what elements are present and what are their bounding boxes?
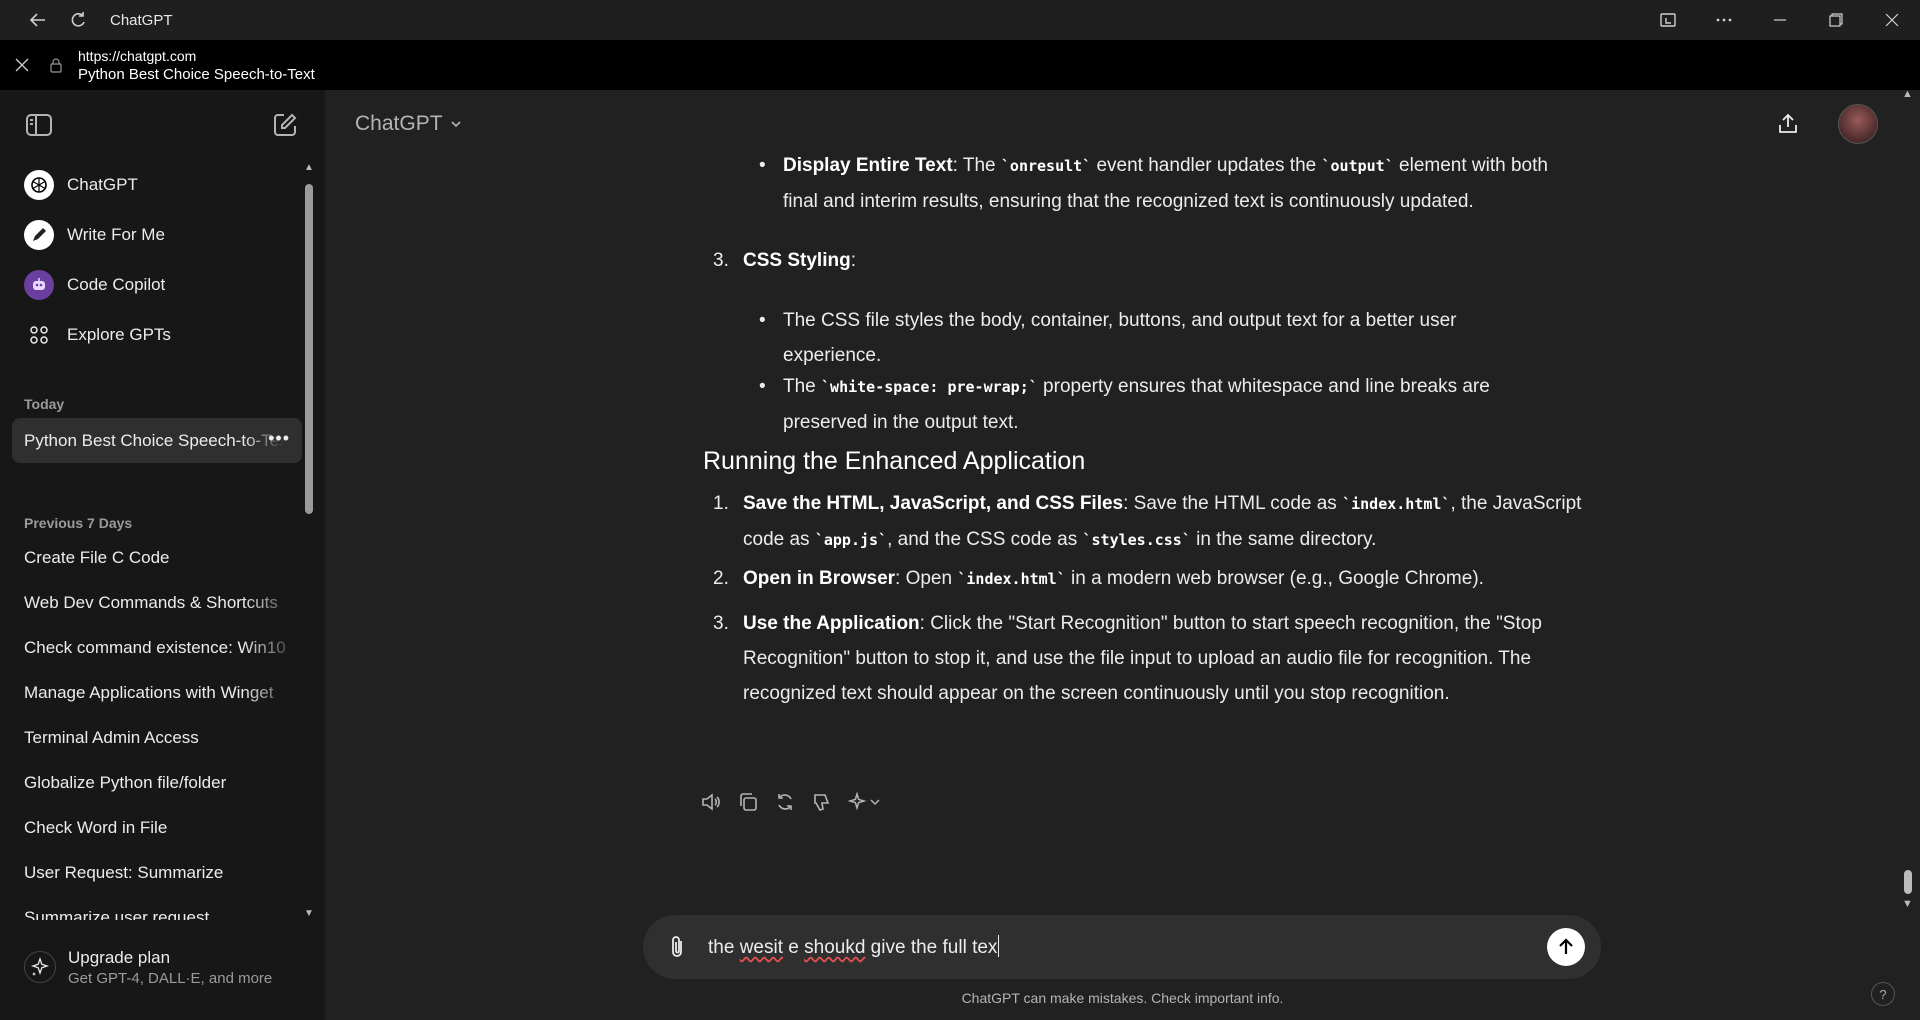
change-model-button[interactable] — [847, 790, 883, 814]
speaker-icon — [702, 793, 720, 811]
app-install-icon — [1660, 13, 1676, 27]
sidebar-item-chatgpt[interactable]: ChatGPT — [12, 160, 302, 210]
edit-icon — [274, 113, 297, 136]
list-item: • Display Entire Text: The `onresult` ev… — [759, 155, 1548, 212]
robot-icon — [24, 270, 54, 300]
sidebar-list: ChatGPT Write For Me Code Copilot Explor… — [12, 160, 302, 920]
message-composer[interactable]: the wesit e shoukd give the full tex — [643, 915, 1601, 979]
sparkle-icon — [24, 951, 56, 983]
scroll-down-arrow[interactable]: ▼ — [1902, 898, 1913, 910]
scroll-up-arrow[interactable]: ▲ — [302, 162, 316, 176]
chat-item-active[interactable]: Python Best Choice Speech-to-Text ••• — [12, 418, 302, 463]
message-actions — [699, 790, 883, 814]
chevron-down-icon — [450, 121, 461, 128]
upgrade-title: Upgrade plan — [68, 947, 171, 967]
model-selector[interactable]: ChatGPT — [355, 112, 463, 136]
upgrade-plan-button[interactable]: Upgrade plan Get GPT-4, DALL·E, and more — [12, 935, 312, 999]
thumbs-down-button[interactable] — [810, 790, 834, 814]
scrollbar-thumb[interactable] — [305, 184, 313, 514]
copy-button[interactable] — [736, 790, 760, 814]
main-scrollbar[interactable]: ▲ ▼ — [1898, 88, 1918, 920]
window-titlebar: ChatGPT — [0, 0, 1920, 40]
minimize-button[interactable] — [1752, 0, 1808, 40]
help-button[interactable]: ? — [1871, 982, 1895, 1006]
section-previous-7-days: Previous 7 Days — [24, 515, 133, 531]
sparkle-chevron-icon — [847, 791, 880, 811]
chat-options-button[interactable]: ••• — [268, 428, 290, 449]
list-item: • The `white-space: pre-wrap;` property … — [759, 376, 1490, 433]
chat-item[interactable]: Create File C Code — [12, 535, 302, 580]
restore-icon — [1829, 13, 1843, 27]
sidebar-header — [0, 90, 325, 160]
reload-icon — [71, 12, 85, 27]
chat-item[interactable]: Web Dev Commands & Shortcuts — [12, 580, 302, 625]
copy-icon — [740, 793, 757, 811]
chat-item[interactable]: Terminal Admin Access — [12, 715, 302, 760]
more-options-button[interactable] — [1696, 0, 1752, 40]
app-available-button[interactable] — [1640, 0, 1696, 40]
close-icon — [15, 58, 29, 72]
list-item: 3. Use the Application: Click the "Start… — [713, 613, 1542, 704]
arrow-up-icon — [1559, 938, 1573, 954]
scrollbar-thumb[interactable] — [1904, 870, 1912, 894]
main-panel: ChatGPT ▲ ▼ • Display Entire Text: The `… — [325, 88, 1920, 1020]
list-item: 2. Open in Browser: Open `index.html` in… — [713, 568, 1484, 589]
previous-chats-list: Create File C Code Web Dev Commands & Sho… — [12, 535, 302, 920]
url-bar: https://chatgpt.com Python Best Choice S… — [0, 40, 1920, 90]
close-url-button[interactable] — [0, 45, 44, 85]
sidebar: ChatGPT Write For Me Code Copilot Explor… — [0, 90, 325, 1020]
section-heading: Running the Enhanced Application — [703, 447, 1086, 475]
arrow-left-icon — [29, 13, 45, 27]
reload-button[interactable] — [58, 0, 98, 40]
scroll-down-arrow[interactable]: ▼ — [302, 908, 316, 922]
message-input[interactable]: the wesit e shoukd give the full tex — [708, 935, 1000, 959]
list-item: 1. Save the HTML, JavaScript, and CSS Fi… — [713, 493, 1582, 550]
chat-item[interactable]: Check command existence: Win10 — [12, 625, 302, 670]
regenerate-icon — [778, 794, 792, 810]
paperclip-icon — [672, 936, 682, 957]
grid-icon — [24, 320, 54, 350]
sidebar-item-code-copilot[interactable]: Code Copilot — [12, 260, 302, 310]
regenerate-button[interactable] — [773, 790, 797, 814]
text-caret — [998, 935, 1000, 957]
thumbs-down-icon — [814, 794, 830, 811]
toggle-sidebar-button[interactable] — [21, 107, 57, 143]
close-window-button[interactable] — [1864, 0, 1920, 40]
close-icon — [1885, 13, 1899, 27]
page-title: Python Best Choice Speech-to-Text — [78, 65, 315, 83]
lock-icon — [44, 57, 68, 73]
upgrade-subtitle: Get GPT-4, DALL·E, and more — [68, 969, 273, 987]
url: https://chatgpt.com — [78, 47, 197, 64]
minimize-icon — [1774, 19, 1786, 21]
share-button[interactable] — [1770, 106, 1806, 142]
more-horizontal-icon — [1716, 18, 1732, 22]
read-aloud-button[interactable] — [699, 790, 723, 814]
disclaimer: ChatGPT can make mistakes. Check importa… — [961, 990, 1284, 1006]
sidebar-item-explore-gpts[interactable]: Explore GPTs — [12, 310, 302, 360]
chatgpt-logo-icon — [24, 170, 54, 200]
section-today: Today — [24, 396, 65, 412]
sidebar-scrollbar[interactable]: ▲ ▼ — [302, 162, 316, 922]
sidebar-icon — [26, 114, 52, 136]
new-chat-button[interactable] — [267, 107, 303, 143]
chat-item[interactable]: User Request: Summarize — [12, 850, 302, 895]
chat-item[interactable]: Manage Applications with Winget — [12, 670, 302, 715]
url-text[interactable]: https://chatgpt.com Python Best Choice S… — [78, 48, 315, 83]
list-item: • The CSS file styles the body, containe… — [759, 310, 1457, 366]
avatar[interactable] — [1838, 104, 1878, 144]
restore-button[interactable] — [1808, 0, 1864, 40]
chat-item[interactable]: Check Word in File — [12, 805, 302, 850]
sidebar-item-write-for-me[interactable]: Write For Me — [12, 210, 302, 260]
list-item: 3. CSS Styling: — [713, 250, 856, 271]
share-icon — [1779, 113, 1797, 133]
window-title: ChatGPT — [110, 11, 173, 29]
chat-item[interactable]: Summarize user request — [12, 895, 302, 920]
scroll-up-arrow[interactable]: ▲ — [1902, 88, 1913, 100]
send-button[interactable] — [1547, 928, 1585, 966]
back-button[interactable] — [18, 0, 58, 40]
attach-button[interactable] — [663, 933, 691, 961]
pen-icon — [24, 220, 54, 250]
chat-item[interactable]: Globalize Python file/folder — [12, 760, 302, 805]
